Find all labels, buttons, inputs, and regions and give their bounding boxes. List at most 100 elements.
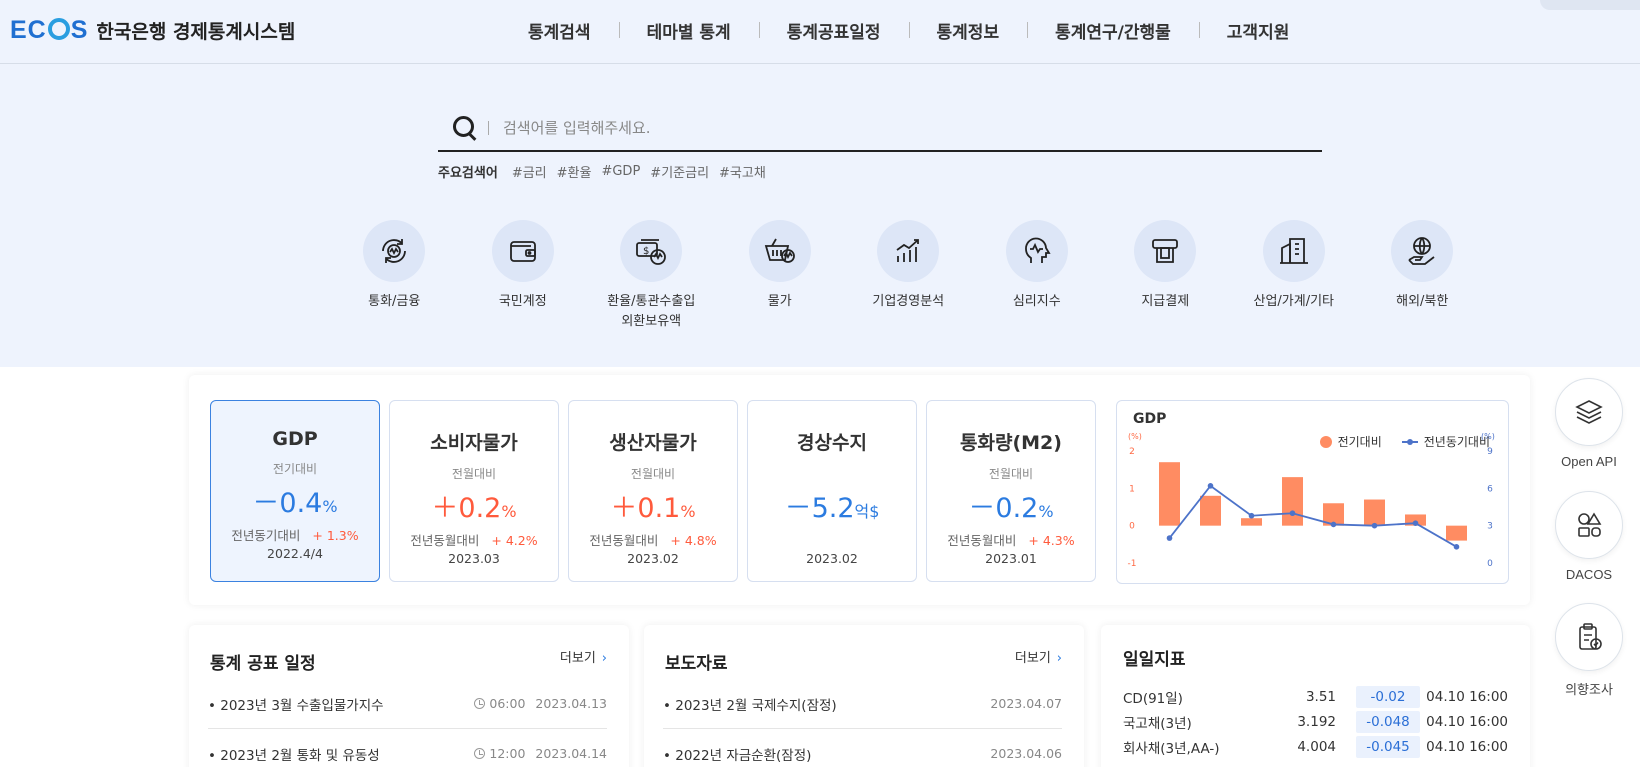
nav-item-theme-stats[interactable]: 테마별 통계	[618, 18, 759, 43]
category-industry-household[interactable]: 산업/가계/기타	[1230, 220, 1359, 332]
currency-cycle-icon	[363, 220, 426, 282]
schedule-more-link[interactable]: 더보기 ›	[560, 647, 607, 666]
shapes-icon	[1555, 491, 1623, 559]
indicator-date: 2023.02	[806, 551, 858, 566]
chart-bar	[1446, 525, 1467, 541]
search-divider	[488, 121, 489, 135]
indicator-title: 생산자물가	[609, 432, 697, 454]
chart-point	[1289, 510, 1296, 517]
daily-row[interactable]: 국고채(3년) 3.192 -0.048 04.10 16:00	[1123, 709, 1508, 734]
indicator-subtitle: 전월대비	[451, 467, 497, 481]
site-header: EC S 한국은행 경제통계시스템 통계검색 테마별 통계 통계공표일정 통계정보…	[0, 0, 1640, 64]
indicator-value: －0.2%	[968, 493, 1054, 524]
release-schedule-panel: 통계 공표 일정 더보기 › • 2023년 3월 수출입물가지수 06:00 2…	[189, 625, 629, 767]
indicator-card-current-account[interactable]: 경상수지 －5.2억$ 2023.02	[747, 400, 917, 582]
category-label: 산업/가계/기타	[1253, 294, 1335, 309]
category-exchange-trade[interactable]: $ 환율/통관수출입 외환보유액	[587, 220, 716, 332]
category-payments[interactable]: 지급결제	[1101, 220, 1230, 332]
daily-row[interactable]: CD(91일) 3.51 -0.02 04.10 16:00	[1123, 684, 1508, 709]
press-release-panel: 보도자료 더보기 › • 2023년 2월 국제수지(잠정) 2023.04.07…	[644, 625, 1084, 767]
category-label: 심리지수	[1012, 294, 1061, 309]
clock-icon	[474, 698, 486, 709]
keyword-exchange-rate[interactable]: #환율	[557, 162, 592, 181]
nav-item-research[interactable]: 통계연구/간행물	[1027, 18, 1199, 43]
indicator-subtitle: 전월대비	[630, 467, 676, 481]
keyword-gdp[interactable]: #GDP	[601, 164, 640, 179]
survey-button[interactable]: 의향조사	[1554, 603, 1624, 698]
search-icon[interactable]	[446, 110, 482, 146]
change-badge: -0.02	[1356, 685, 1420, 708]
chart-bar	[1364, 499, 1385, 526]
indicator-card-cpi[interactable]: 소비자물가 전월대비 ＋0.2% 전년동월대비 + 4.2% 2023.03	[389, 400, 559, 582]
indicator-subtitle	[748, 465, 916, 481]
right-tick-label: 3	[1487, 522, 1493, 532]
indicator-title: 통화량(M2)	[960, 432, 1062, 454]
release-time: 12:00	[474, 746, 525, 761]
category-national-accounts[interactable]: 국민계정	[459, 220, 588, 332]
site-logo[interactable]: EC S 한국은행 경제통계시스템	[10, 16, 295, 45]
indicator-date: 2022.4/4	[267, 546, 323, 561]
daily-row[interactable]: 회사채(3년,AA-) 4.004 -0.045 04.10 16:00	[1123, 734, 1508, 759]
category-label: 통화/금융	[368, 294, 421, 309]
list-item[interactable]: • 2023년 2월 통화 및 유동성 12:00 2023.04.14	[208, 729, 607, 767]
category-prices[interactable]: 물가	[716, 220, 845, 332]
clock-icon	[474, 748, 486, 759]
indicator-card-gdp[interactable]: GDP 전기대비 －0.4% 전년동기대비 + 1.3% 2022.4/4	[210, 400, 380, 582]
home-tab[interactable]	[1540, 0, 1640, 10]
search-section: 주요검색어 #금리 #환율 #GDP #기준금리 #국고채 통화/금융 국민계정…	[0, 64, 1640, 367]
open-api-label: Open API	[1561, 454, 1617, 469]
nav-item-support[interactable]: 고객지원	[1198, 18, 1318, 43]
category-business-analysis[interactable]: 기업경영분석	[844, 220, 973, 332]
dacos-button[interactable]: DACOS	[1554, 491, 1624, 582]
category-overseas-nk[interactable]: 해외/북한	[1358, 220, 1487, 332]
category-label: 국민계정	[498, 294, 547, 309]
chart-bar	[1159, 462, 1180, 526]
indicator-value: ＋0.2%	[431, 493, 517, 524]
left-tick-label: 0	[1129, 522, 1135, 532]
list-item[interactable]: • 2023년 2월 국제수지(잠정) 2023.04.07	[663, 679, 1062, 729]
ecos-logo-mark: EC S	[10, 16, 89, 44]
nav-item-stat-info[interactable]: 통계정보	[908, 18, 1028, 43]
indicator-subtitle: 전기대비	[272, 462, 318, 476]
card-payment-icon	[1134, 220, 1197, 282]
logo-text: 한국은행 경제통계시스템	[96, 21, 296, 43]
category-sentiment-index[interactable]: 심리지수	[973, 220, 1102, 332]
indicator-title: 경상수지	[797, 432, 867, 454]
chart-bar	[1241, 518, 1262, 526]
keyword-interest-rate[interactable]: #금리	[512, 162, 547, 181]
change-badge: -0.048	[1356, 710, 1420, 733]
wallet-icon	[491, 220, 554, 282]
indicator-card-m2[interactable]: 통화량(M2) 전월대비 －0.2% 전년동월대비 + 4.3% 2023.01	[926, 400, 1096, 582]
indicator-date: 2023.03	[448, 551, 500, 566]
keyword-base-rate[interactable]: #기준금리	[650, 162, 709, 181]
popular-keywords: 주요검색어 #금리 #환율 #GDP #기준금리 #국고채	[438, 162, 776, 181]
keyword-treasury-bond[interactable]: #국고채	[719, 162, 766, 181]
category-label: 지급결제	[1141, 294, 1190, 309]
chart-plot: (%) 2 1 0 -1 (%) 9 6 3 0	[1128, 432, 1495, 569]
nav-item-release-schedule[interactable]: 통계공표일정	[758, 18, 909, 43]
exchange-money-icon: $	[620, 220, 683, 282]
left-tick-label: 2	[1129, 447, 1135, 457]
press-more-link[interactable]: 더보기 ›	[1015, 647, 1062, 666]
building-icon	[1262, 220, 1325, 282]
chart-point	[1412, 520, 1419, 526]
chart-point	[1371, 522, 1378, 529]
indicator-card-ppi[interactable]: 생산자물가 전월대비 ＋0.1% 전년동월대비 + 4.8% 2023.02	[568, 400, 738, 582]
bar-growth-icon	[877, 220, 940, 282]
basket-icon	[748, 220, 811, 282]
open-api-button[interactable]: Open API	[1554, 378, 1624, 469]
layers-icon	[1555, 378, 1623, 446]
list-item[interactable]: • 2022년 자금순환(잠정) 2023.04.06	[663, 729, 1062, 767]
indicator-yoy: 전년동월대비 + 4.3%	[947, 533, 1075, 548]
search-input[interactable]	[503, 119, 1263, 137]
category-label: 해외/북한	[1396, 294, 1449, 309]
survey-label: 의향조사	[1565, 682, 1613, 697]
schedule-list: • 2023년 3월 수출입물가지수 06:00 2023.04.13 • 20…	[208, 679, 607, 767]
nav-item-stat-search[interactable]: 통계검색	[500, 18, 619, 43]
category-money-finance[interactable]: 통화/금융	[330, 220, 459, 332]
right-tick-label: 0	[1487, 559, 1493, 569]
list-item[interactable]: • 2023년 3월 수출입물가지수 06:00 2023.04.13	[208, 679, 607, 729]
indicator-yoy: 전년동월대비 + 4.8%	[589, 533, 717, 548]
panel-title: 통계 공표 일정	[210, 654, 316, 674]
left-tick-label: -1	[1128, 559, 1137, 569]
